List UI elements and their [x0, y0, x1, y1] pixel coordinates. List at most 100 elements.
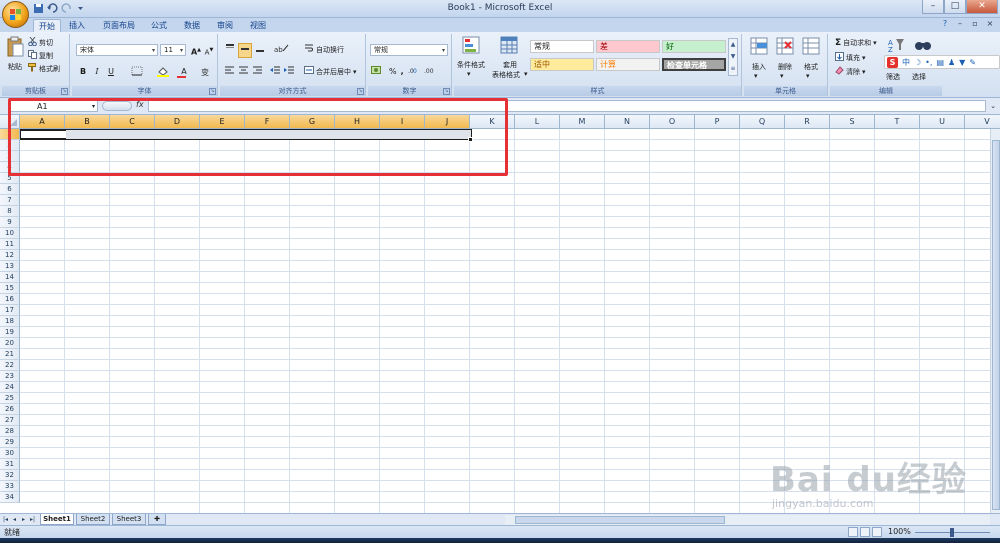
row-header[interactable]: 13 — [0, 261, 20, 272]
delete-button[interactable]: 删除 — [778, 62, 792, 72]
formula-input[interactable] — [148, 100, 986, 112]
format-as-table-label-2[interactable]: 表格格式 — [492, 70, 520, 80]
fill-handle[interactable] — [468, 137, 473, 142]
row-header[interactable]: 11 — [0, 239, 20, 250]
row-header[interactable]: 19 — [0, 327, 20, 338]
column-header[interactable]: C — [110, 115, 155, 129]
row-header[interactable]: 21 — [0, 349, 20, 360]
font-name-select[interactable]: 宋体 ▾ — [76, 44, 158, 56]
insert-function-icon[interactable]: fx — [136, 100, 144, 109]
ime-toolbar[interactable]: S 中 ☽ •, ▤ ♟ ▼ ✎ — [884, 55, 1000, 69]
comma-style-icon[interactable]: , — [401, 67, 404, 76]
column-header[interactable]: S — [830, 115, 875, 129]
row-header[interactable]: 32 — [0, 470, 20, 481]
find-select-icon[interactable] — [914, 37, 932, 56]
row-header[interactable]: 12 — [0, 250, 20, 261]
paste-icon[interactable] — [6, 36, 24, 58]
paste-button[interactable]: 粘贴 — [8, 62, 22, 72]
format-as-table-icon[interactable] — [500, 36, 518, 57]
column-header[interactable]: B — [65, 115, 110, 129]
align-center-icon[interactable] — [238, 65, 249, 78]
vertical-scrollbar[interactable] — [990, 129, 1000, 513]
column-header[interactable]: O — [650, 115, 695, 129]
align-left-icon[interactable] — [224, 65, 235, 78]
maximize-button[interactable]: □ — [944, 0, 966, 14]
tools-icon[interactable]: ✎ — [969, 58, 976, 67]
zoom-slider[interactable] — [915, 528, 990, 537]
fill-color-button[interactable] — [154, 66, 172, 78]
row-header[interactable]: 31 — [0, 459, 20, 470]
decrease-indent-icon[interactable] — [270, 65, 281, 78]
column-header[interactable]: G — [290, 115, 335, 129]
column-header[interactable]: J — [425, 115, 470, 129]
orientation-icon[interactable]: ab — [273, 43, 289, 58]
insert-sheet-icon[interactable]: ✚ — [148, 514, 166, 525]
column-header[interactable]: U — [920, 115, 965, 129]
bold-button[interactable]: B — [77, 66, 89, 78]
select-all-button[interactable] — [0, 115, 20, 129]
increase-decimal-icon[interactable]: .0 0 — [408, 65, 420, 78]
insert-button[interactable]: 插入 — [752, 62, 766, 72]
row-header[interactable]: 18 — [0, 316, 20, 327]
cell-style-option[interactable]: 好 — [662, 40, 726, 53]
row-header[interactable]: 16 — [0, 294, 20, 305]
ime-mode-label[interactable]: 中 — [902, 57, 910, 68]
office-button[interactable] — [2, 1, 29, 28]
increase-indent-icon[interactable] — [284, 65, 295, 78]
conditional-formatting-button[interactable]: 条件格式 — [457, 60, 485, 70]
number-launcher-icon[interactable]: ↘ — [443, 88, 450, 95]
workbook-restore-button[interactable]: ▫ — [969, 18, 981, 30]
clipboard-launcher-icon[interactable]: ↘ — [61, 88, 68, 95]
percent-button[interactable]: % — [389, 67, 397, 76]
tab-home[interactable]: 开始 — [33, 19, 61, 32]
cell-style-option[interactable]: 计算 — [596, 58, 660, 71]
font-color-button[interactable]: A — [175, 66, 193, 78]
phonetic-button[interactable]: 变 — [198, 66, 214, 78]
column-header[interactable]: V — [965, 115, 1000, 129]
row-header[interactable]: 27 — [0, 415, 20, 426]
tab-review[interactable]: 审阅 — [214, 19, 236, 32]
format-painter-button[interactable]: 格式刷 — [28, 63, 60, 75]
last-sheet-icon[interactable]: ▸| — [29, 515, 36, 524]
workbook-close-button[interactable]: × — [984, 18, 996, 30]
autosum-button[interactable]: Σ 自动求和 ▾ — [835, 38, 877, 48]
page-break-view-icon[interactable] — [872, 527, 882, 537]
row-header[interactable]: 5 — [0, 173, 20, 184]
column-header[interactable]: Q — [740, 115, 785, 129]
row-header[interactable]: 22 — [0, 360, 20, 371]
align-middle-icon[interactable] — [238, 43, 252, 58]
clear-button[interactable]: 清除 ▾ — [835, 66, 866, 78]
row-header[interactable]: 9 — [0, 217, 20, 228]
cell-style-option[interactable]: 差 — [596, 40, 660, 53]
zoom-slider-knob[interactable] — [950, 528, 954, 537]
align-bottom-icon[interactable] — [254, 43, 266, 58]
row-header[interactable]: 8 — [0, 206, 20, 217]
align-top-icon[interactable] — [224, 43, 236, 58]
row-header[interactable]: 4 — [0, 162, 20, 173]
row-header[interactable]: 20 — [0, 338, 20, 349]
row-header[interactable]: 29 — [0, 437, 20, 448]
punctuation-icon[interactable]: •, — [925, 58, 932, 67]
font-size-select[interactable]: 11 ▾ — [160, 44, 186, 56]
sheet-tab-sheet3[interactable]: Sheet3 — [112, 514, 146, 525]
column-header[interactable]: D — [155, 115, 200, 129]
format-button[interactable]: 格式 — [804, 62, 818, 72]
decrease-decimal-icon[interactable]: .00 — [424, 65, 436, 78]
shrink-font-button[interactable]: A▼ — [203, 44, 215, 56]
column-header[interactable]: F — [245, 115, 290, 129]
copy-button[interactable]: 复制 — [28, 50, 53, 62]
column-header[interactable]: M — [560, 115, 605, 129]
name-box[interactable]: A1 ▾ — [10, 100, 98, 112]
column-header[interactable]: E — [200, 115, 245, 129]
fill-button[interactable]: 填充 ▾ — [835, 52, 866, 64]
sheet-tab-sheet2[interactable]: Sheet2 — [76, 514, 110, 525]
sort-filter-button[interactable]: 筛选 — [886, 72, 900, 82]
cut-button[interactable]: 剪切 — [28, 36, 53, 49]
column-header[interactable]: K — [470, 115, 515, 129]
row-header[interactable]: 28 — [0, 426, 20, 437]
formula-splitter[interactable] — [102, 101, 132, 111]
expand-formula-bar-icon[interactable]: ⌄ — [988, 100, 998, 112]
insert-cells-icon[interactable] — [750, 37, 768, 58]
row-header[interactable]: 7 — [0, 195, 20, 206]
underline-button[interactable]: U — [105, 66, 117, 78]
